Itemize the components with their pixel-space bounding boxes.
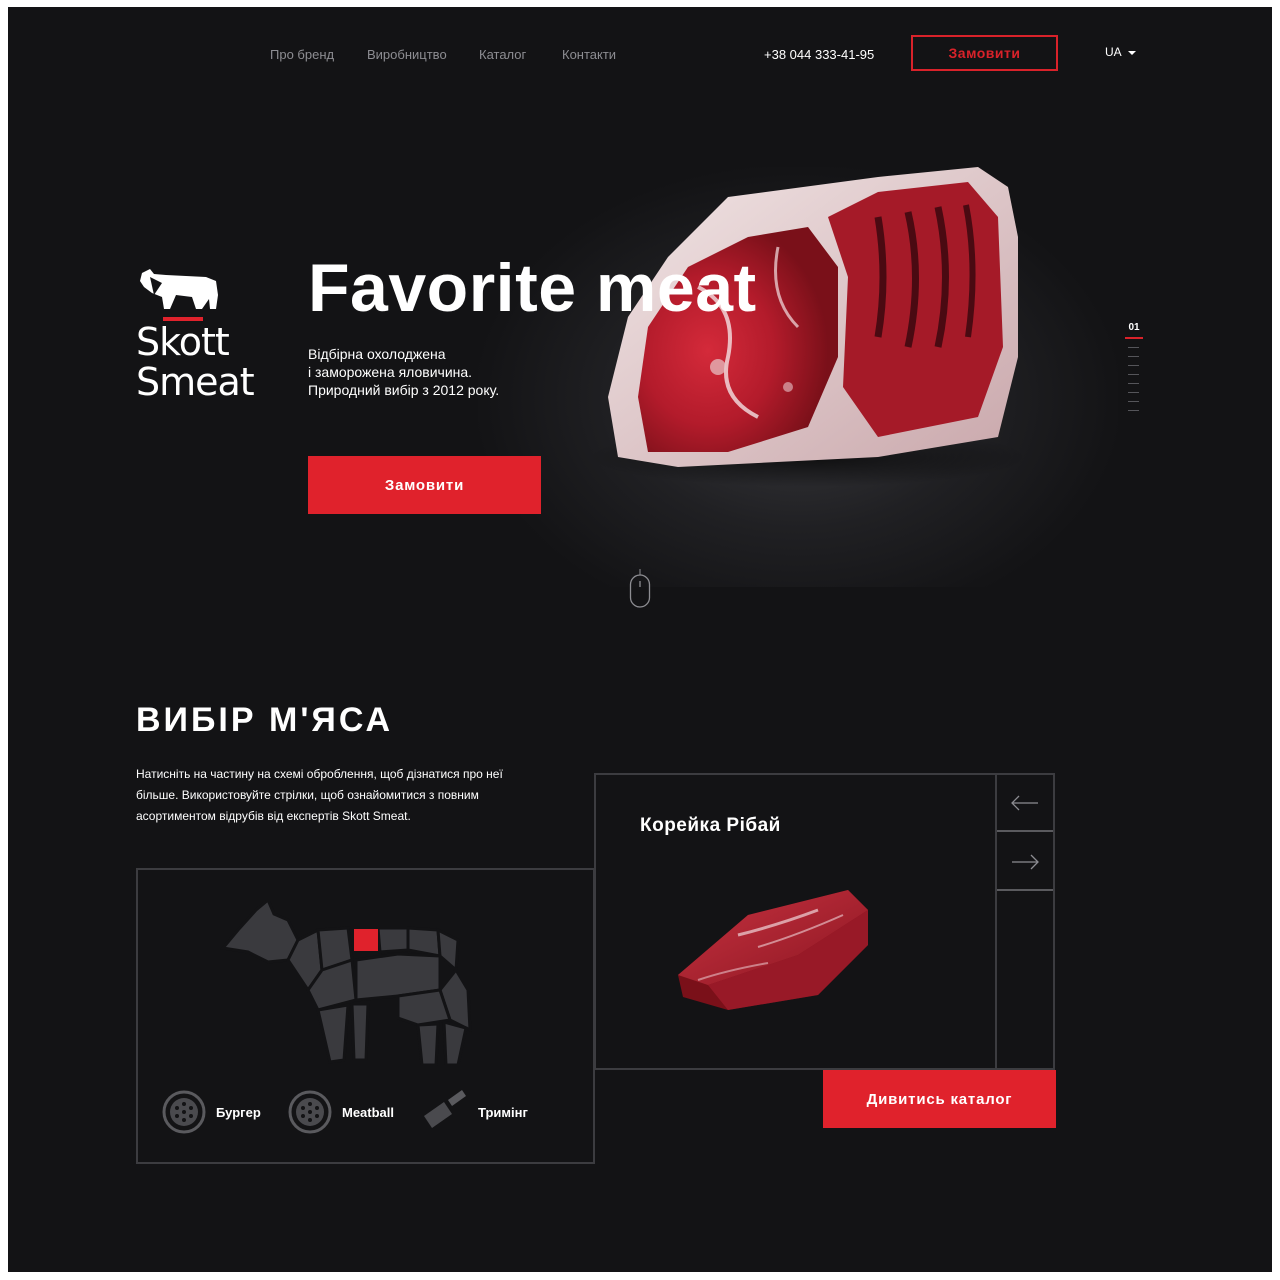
slide-indicator[interactable] [1128,392,1139,393]
cut-scheme-panel: Бургер Meatball Тримінг [136,868,595,1164]
nav-link-production[interactable]: Виробництво [367,47,447,62]
arrow-left-icon [1011,795,1038,810]
cut-shank-back [442,1020,468,1067]
cut-rib [376,926,410,954]
page: Про бренд Виробництво Каталог Контакти +… [8,7,1272,1272]
next-button[interactable] [997,834,1053,891]
skott-smeat-logo: Skott Smeat [136,265,256,405]
carousel-nav [995,773,1055,1070]
slide-indicator[interactable] [1128,365,1139,366]
cow-cut-diagram [220,900,472,1067]
cut-shank-front [316,1003,350,1064]
logo-text-skott: Skott [136,320,230,364]
section-description: Натисніть на частину на схемі оброблення… [136,767,503,823]
cut-ribeye-selected[interactable] [354,929,378,951]
type-label: Meatball [342,1104,395,1120]
logo-text-smeat: Smeat [136,360,255,404]
arrow-right-icon [1012,854,1039,869]
order-button-header[interactable]: Замовити [911,35,1058,71]
type-trimming[interactable]: Тримінг [420,1090,528,1134]
cut-head [220,900,300,964]
slide-indicator[interactable] [1128,347,1139,348]
chevron-down-icon [1127,50,1136,55]
cleaver-icon [424,1090,466,1128]
cut-loin [406,926,442,958]
hero-subtitle-line: Відбірна охолоджена [308,346,446,362]
nav-link-contacts[interactable]: Контакти [562,47,616,62]
ribeye-steak-image [678,890,868,1010]
language-selector[interactable]: UA [1105,45,1136,59]
type-meatball[interactable]: Meatball [288,1090,394,1134]
cut-flank [396,988,452,1027]
hero-subtitle: Відбірна охолоджена і заморожена яловичи… [308,345,499,399]
slide-pagination: 01 [1124,322,1144,411]
hero-title: Favorite meat [308,250,757,326]
slide-indicator[interactable] [1125,337,1143,339]
product-name: Корейка Рібай [640,815,781,836]
hero-subtitle-line: Природний вибір з 2012 року. [308,382,500,398]
slide-indicator[interactable] [1128,410,1139,411]
cut-leg-back [416,1022,440,1067]
view-catalog-button[interactable]: Дивитись каталог [823,1070,1056,1128]
slide-indicator[interactable] [1128,383,1139,384]
type-label: Тримінг [478,1104,528,1120]
mouse-scroll-icon[interactable] [629,569,651,609]
language-label: UA [1105,45,1122,59]
type-burger[interactable]: Бургер [162,1090,261,1134]
grinder-icon [288,1090,332,1134]
prev-button[interactable] [997,775,1053,832]
slide-indicator[interactable] [1128,374,1139,375]
phone-number[interactable]: +38 044 333-41-95 [764,47,874,62]
section-title: ВИБІР М'ЯСА [136,701,394,739]
slide-indicator[interactable] [1128,356,1139,357]
slide-number: 01 [1128,322,1140,333]
slide-indicator[interactable] [1128,401,1139,402]
hero-subtitle-line: і заморожена яловичина. [308,364,473,380]
nav-link-brand[interactable]: Про бренд [270,47,334,62]
hero-order-button[interactable]: Замовити [308,456,541,514]
type-label: Бургер [216,1104,261,1120]
cow-logo-icon [140,269,218,309]
product-card: Корейка Рібай [594,773,996,1070]
cut-leg-front [350,1002,370,1062]
nav-link-catalog[interactable]: Каталог [479,47,526,62]
grinder-icon [162,1090,206,1134]
